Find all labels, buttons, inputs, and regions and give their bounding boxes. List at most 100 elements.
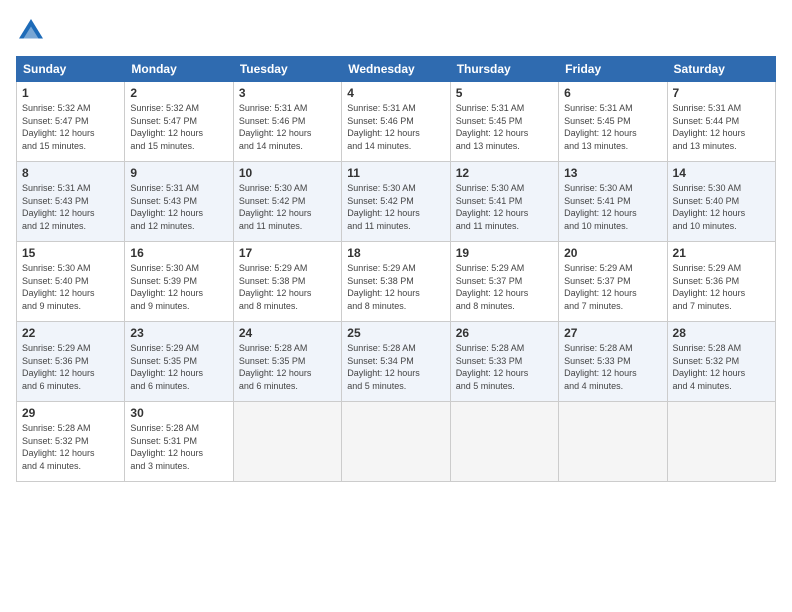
calendar-cell: 13 Sunrise: 5:30 AM Sunset: 5:41 PM Dayli…	[559, 162, 667, 242]
calendar-cell: 2 Sunrise: 5:32 AM Sunset: 5:47 PM Daylig…	[125, 82, 233, 162]
day-number: 6	[564, 86, 661, 100]
day-info: Sunrise: 5:32 AM Sunset: 5:47 PM Dayligh…	[130, 102, 227, 152]
calendar-cell: 25 Sunrise: 5:28 AM Sunset: 5:34 PM Dayli…	[342, 322, 450, 402]
calendar-cell: 26 Sunrise: 5:28 AM Sunset: 5:33 PM Dayli…	[450, 322, 558, 402]
day-info: Sunrise: 5:28 AM Sunset: 5:32 PM Dayligh…	[22, 422, 119, 472]
calendar-cell: 6 Sunrise: 5:31 AM Sunset: 5:45 PM Daylig…	[559, 82, 667, 162]
day-info: Sunrise: 5:32 AM Sunset: 5:47 PM Dayligh…	[22, 102, 119, 152]
calendar-cell: 30Sunrise: 5:28 AM Sunset: 5:31 PM Dayli…	[125, 402, 233, 482]
day-number: 3	[239, 86, 336, 100]
day-number: 17	[239, 246, 336, 260]
day-number: 4	[347, 86, 444, 100]
day-info: Sunrise: 5:29 AM Sunset: 5:35 PM Dayligh…	[130, 342, 227, 392]
day-number: 9	[130, 166, 227, 180]
day-info: Sunrise: 5:30 AM Sunset: 5:39 PM Dayligh…	[130, 262, 227, 312]
day-number: 13	[564, 166, 661, 180]
calendar-cell: 27 Sunrise: 5:28 AM Sunset: 5:33 PM Dayli…	[559, 322, 667, 402]
day-number: 26	[456, 326, 553, 340]
day-info: Sunrise: 5:30 AM Sunset: 5:41 PM Dayligh…	[456, 182, 553, 232]
day-number: 14	[673, 166, 770, 180]
calendar-cell: 5Sunrise: 5:31 AM Sunset: 5:45 PM Daylig…	[450, 82, 558, 162]
header-cell-sunday: Sunday	[17, 57, 125, 82]
calendar-cell: 1 Sunrise: 5:32 AM Sunset: 5:47 PM Daylig…	[17, 82, 125, 162]
day-info: Sunrise: 5:30 AM Sunset: 5:42 PM Dayligh…	[239, 182, 336, 232]
day-number: 19	[456, 246, 553, 260]
calendar-cell	[667, 402, 775, 482]
calendar-cell: 19 Sunrise: 5:29 AM Sunset: 5:37 PM Dayli…	[450, 242, 558, 322]
calendar-body: 1 Sunrise: 5:32 AM Sunset: 5:47 PM Daylig…	[17, 82, 776, 482]
calendar-cell: 8Sunrise: 5:31 AM Sunset: 5:43 PM Daylig…	[17, 162, 125, 242]
day-info: Sunrise: 5:30 AM Sunset: 5:40 PM Dayligh…	[22, 262, 119, 312]
day-number: 1	[22, 86, 119, 100]
day-number: 28	[673, 326, 770, 340]
day-info: Sunrise: 5:31 AM Sunset: 5:45 PM Dayligh…	[456, 102, 553, 152]
calendar-cell: 17 Sunrise: 5:29 AM Sunset: 5:38 PM Dayli…	[233, 242, 341, 322]
day-number: 2	[130, 86, 227, 100]
header-cell-wednesday: Wednesday	[342, 57, 450, 82]
day-info: Sunrise: 5:30 AM Sunset: 5:40 PM Dayligh…	[673, 182, 770, 232]
calendar-cell: 18 Sunrise: 5:29 AM Sunset: 5:38 PM Dayli…	[342, 242, 450, 322]
day-info: Sunrise: 5:29 AM Sunset: 5:38 PM Dayligh…	[347, 262, 444, 312]
calendar-cell: 21Sunrise: 5:29 AM Sunset: 5:36 PM Dayli…	[667, 242, 775, 322]
calendar-cell: 4 Sunrise: 5:31 AM Sunset: 5:46 PM Daylig…	[342, 82, 450, 162]
day-info: Sunrise: 5:28 AM Sunset: 5:33 PM Dayligh…	[564, 342, 661, 392]
header-cell-thursday: Thursday	[450, 57, 558, 82]
day-info: Sunrise: 5:29 AM Sunset: 5:36 PM Dayligh…	[22, 342, 119, 392]
calendar-cell: 3Sunrise: 5:31 AM Sunset: 5:46 PM Daylig…	[233, 82, 341, 162]
logo	[16, 16, 50, 46]
calendar-row: 22 Sunrise: 5:29 AM Sunset: 5:36 PM Dayli…	[17, 322, 776, 402]
day-number: 16	[130, 246, 227, 260]
day-number: 23	[130, 326, 227, 340]
calendar-cell: 7 Sunrise: 5:31 AM Sunset: 5:44 PM Daylig…	[667, 82, 775, 162]
day-info: Sunrise: 5:31 AM Sunset: 5:43 PM Dayligh…	[22, 182, 119, 232]
calendar-row: 1 Sunrise: 5:32 AM Sunset: 5:47 PM Daylig…	[17, 82, 776, 162]
calendar-cell: 22 Sunrise: 5:29 AM Sunset: 5:36 PM Dayli…	[17, 322, 125, 402]
day-info: Sunrise: 5:28 AM Sunset: 5:31 PM Dayligh…	[130, 422, 227, 472]
day-number: 7	[673, 86, 770, 100]
page-header	[16, 16, 776, 46]
header-cell-saturday: Saturday	[667, 57, 775, 82]
calendar-header: SundayMondayTuesdayWednesdayThursdayFrid…	[17, 57, 776, 82]
calendar-cell: 23 Sunrise: 5:29 AM Sunset: 5:35 PM Dayli…	[125, 322, 233, 402]
day-number: 20	[564, 246, 661, 260]
day-info: Sunrise: 5:29 AM Sunset: 5:37 PM Dayligh…	[564, 262, 661, 312]
calendar-cell	[559, 402, 667, 482]
day-info: Sunrise: 5:28 AM Sunset: 5:32 PM Dayligh…	[673, 342, 770, 392]
header-row: SundayMondayTuesdayWednesdayThursdayFrid…	[17, 57, 776, 82]
day-number: 15	[22, 246, 119, 260]
day-number: 12	[456, 166, 553, 180]
day-info: Sunrise: 5:29 AM Sunset: 5:38 PM Dayligh…	[239, 262, 336, 312]
day-number: 10	[239, 166, 336, 180]
calendar-cell: 14 Sunrise: 5:30 AM Sunset: 5:40 PM Dayli…	[667, 162, 775, 242]
header-cell-monday: Monday	[125, 57, 233, 82]
day-number: 18	[347, 246, 444, 260]
day-info: Sunrise: 5:31 AM Sunset: 5:46 PM Dayligh…	[347, 102, 444, 152]
day-info: Sunrise: 5:31 AM Sunset: 5:43 PM Dayligh…	[130, 182, 227, 232]
day-number: 22	[22, 326, 119, 340]
day-info: Sunrise: 5:28 AM Sunset: 5:35 PM Dayligh…	[239, 342, 336, 392]
calendar-cell: 11 Sunrise: 5:30 AM Sunset: 5:42 PM Dayli…	[342, 162, 450, 242]
day-info: Sunrise: 5:30 AM Sunset: 5:41 PM Dayligh…	[564, 182, 661, 232]
day-number: 27	[564, 326, 661, 340]
day-info: Sunrise: 5:31 AM Sunset: 5:44 PM Dayligh…	[673, 102, 770, 152]
calendar-cell: 28 Sunrise: 5:28 AM Sunset: 5:32 PM Dayli…	[667, 322, 775, 402]
calendar-row: 29 Sunrise: 5:28 AM Sunset: 5:32 PM Dayli…	[17, 402, 776, 482]
logo-icon	[16, 16, 46, 46]
day-info: Sunrise: 5:29 AM Sunset: 5:37 PM Dayligh…	[456, 262, 553, 312]
day-number: 25	[347, 326, 444, 340]
calendar-cell	[342, 402, 450, 482]
day-info: Sunrise: 5:28 AM Sunset: 5:33 PM Dayligh…	[456, 342, 553, 392]
day-number: 11	[347, 166, 444, 180]
day-info: Sunrise: 5:31 AM Sunset: 5:45 PM Dayligh…	[564, 102, 661, 152]
calendar-cell	[450, 402, 558, 482]
calendar-row: 8Sunrise: 5:31 AM Sunset: 5:43 PM Daylig…	[17, 162, 776, 242]
header-cell-tuesday: Tuesday	[233, 57, 341, 82]
calendar-cell: 24Sunrise: 5:28 AM Sunset: 5:35 PM Dayli…	[233, 322, 341, 402]
day-info: Sunrise: 5:29 AM Sunset: 5:36 PM Dayligh…	[673, 262, 770, 312]
calendar-cell: 29 Sunrise: 5:28 AM Sunset: 5:32 PM Dayli…	[17, 402, 125, 482]
day-info: Sunrise: 5:28 AM Sunset: 5:34 PM Dayligh…	[347, 342, 444, 392]
calendar-cell	[233, 402, 341, 482]
day-number: 29	[22, 406, 119, 420]
calendar-table: SundayMondayTuesdayWednesdayThursdayFrid…	[16, 56, 776, 482]
day-info: Sunrise: 5:30 AM Sunset: 5:42 PM Dayligh…	[347, 182, 444, 232]
